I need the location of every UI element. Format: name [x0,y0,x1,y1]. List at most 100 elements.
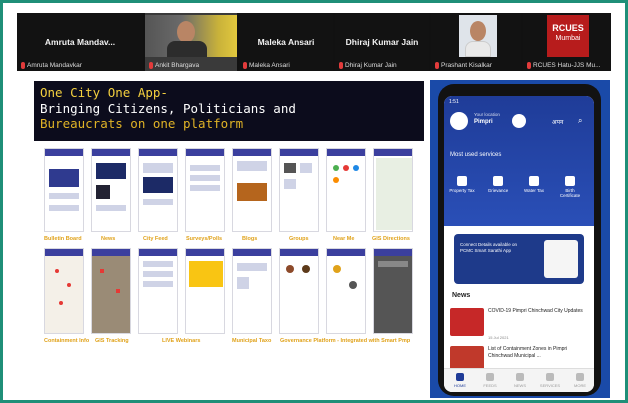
participant-strip: Amruta Mandav... Amruta Mandavkar Ankit … [17,13,611,71]
participant-label: RCUES Hatu-JJS Mu... [527,62,601,69]
app-screenshot-thumbnail [279,148,319,232]
mic-muted-icon [149,62,153,69]
app-screenshot-thumbnail [279,248,319,334]
app-screenshot-thumbnail [373,248,413,334]
participant-photo [459,15,497,57]
app-screenshot-thumbnail [138,148,178,232]
app-screenshot-thumbnail [91,248,131,334]
participant-face [470,21,486,41]
news-item[interactable]: COVID-19 Pimpri Chinchwad City Updates 1… [450,304,588,342]
participant-name: Amruta Mandav... [44,37,116,47]
app-screenshot-thumbnail [373,148,413,232]
participant-name: Dhiraj Kumar Jain [345,37,419,47]
thumbnail-caption: Surveys/Polls [186,236,223,242]
mic-muted-icon [527,62,531,69]
thumbnail-caption: LIVE Webinars [162,338,201,344]
more-icon[interactable] [576,373,584,381]
app-screenshot-thumbnail [44,248,84,334]
app-screenshot-thumbnail [185,148,225,232]
thumbnail-caption: Groups [289,236,309,242]
phone-mockup: 1:51 Your location Pimpri अपन ⌕ Most use… [430,80,610,398]
app-screenshot-thumbnail [185,248,225,334]
thumbnail-caption: Bulletin Board [44,236,82,242]
bottom-nav: HOME FEEDS NEWS SERVICES MORE [444,368,594,392]
thumbnail-caption: GIS Directions [372,236,410,242]
nav-home-label: HOME [454,383,466,388]
participant-name: Maleka Ansari [257,37,315,47]
participant-tile[interactable]: Prashant Kisalkar [431,13,521,71]
birth-certificate-icon [565,176,575,186]
banner-image [544,240,578,278]
participant-video [145,15,237,57]
mic-muted-icon [21,62,25,69]
promo-banner[interactable]: Connect Details available on PCMC Smart … [454,234,584,284]
service-property-tax[interactable]: Property Tax [448,176,476,193]
grievance-icon [493,176,503,186]
nav-services-label: SERVICES [539,383,561,388]
city-subtitle: Your location [474,112,500,117]
nav-news-label: NEWS [514,383,526,388]
slide-title-line3: Bureaucrats on one platform [40,116,244,131]
rcues-logo: RCUES Mumbai [547,15,589,57]
service-birth-certificate[interactable]: Birth Certificate [556,176,584,198]
nav-feeds-label: FEEDS [483,383,497,388]
news-title: COVID-19 Pimpri Chinchwad City Updates [488,308,583,314]
participant-label: Maleka Ansari [243,62,290,69]
participant-tile[interactable]: RCUES Mumbai RCUES Hatu-JJS Mu... [523,13,611,71]
thumbnail-caption: Near Me [333,236,355,242]
services-icon[interactable] [546,373,554,381]
slide-title-line2: Bringing Citizens, Politicians and [40,100,296,116]
app-screenshot-thumbnail [91,148,131,232]
news-heading: News [452,292,471,299]
most-used-heading: Most used services [450,152,502,158]
feeds-icon[interactable] [486,373,494,381]
news-date: 15 Jul 2021 [488,335,509,340]
service-grievance[interactable]: Grievance [484,176,512,193]
app-screenshot-thumbnail [232,148,272,232]
mic-muted-icon [243,62,247,69]
participant-label: Prashant Kisalkar [435,62,492,69]
participant-body [465,41,491,57]
thumbnail-caption: News [101,236,116,242]
participant-label: Amruta Mandavkar [21,62,82,69]
thumbnail-caption: Municipal Taxo [232,338,272,344]
app-screenshot-thumbnail [44,148,84,232]
news-icon[interactable] [516,373,524,381]
slide-title-line1: One City One App- [40,85,168,100]
city-logo-icon [450,112,468,130]
news-title: List of Containment Zones in Pimpri Chin… [488,346,568,359]
slide-title: One City One App- Bringing Citizens, Pol… [34,81,424,141]
participant-body [167,41,207,57]
emblem-icon [512,114,526,128]
property-tax-icon [457,176,467,186]
thumbnail-caption: GIS Tracking [95,338,129,344]
city-name[interactable]: Pimpri [474,119,493,125]
thumbnail-caption: Containment Info [44,338,90,344]
participant-face [177,21,195,43]
home-icon[interactable] [456,373,464,381]
language-toggle[interactable]: अपन [552,118,563,126]
nav-more-label: MORE [574,383,586,388]
participant-label: Dhiraj Kumar Jain [339,62,397,69]
water-tax-icon [529,176,539,186]
participant-tile[interactable]: Amruta Mandav... Amruta Mandavkar [17,13,143,71]
thumbnail-caption: Governance Platform - Integrated with Sm… [280,338,411,344]
rcues-logo-line2: Mumbai [555,35,581,42]
service-water-tax[interactable]: Water Tax [520,176,548,193]
app-screenshot-thumbnail [326,248,366,334]
app-screen: 1:51 Your location Pimpri अपन ⌕ Most use… [444,96,594,392]
app-header: 1:51 Your location Pimpri अपन ⌕ Most use… [444,96,594,226]
participant-label: Ankit Bhargava [149,62,199,69]
rcues-logo-line1: RCUES [552,23,584,33]
mic-muted-icon [339,62,343,69]
app-screenshot-thumbnail [232,248,272,334]
participant-tile[interactable]: Ankit Bhargava [145,13,237,71]
status-time: 1:51 [449,99,459,105]
thumbnail-caption: Blogs [242,236,258,242]
participant-tile[interactable]: Dhiraj Kumar Jain Dhiraj Kumar Jain [335,13,429,71]
search-icon[interactable]: ⌕ [578,116,582,126]
app-screenshot-thumbnail [326,148,366,232]
thumbnail-caption: City Feed [143,236,168,242]
banner-text: Connect Details available on PCMC Smart … [460,242,518,253]
participant-tile[interactable]: Maleka Ansari Maleka Ansari [239,13,333,71]
